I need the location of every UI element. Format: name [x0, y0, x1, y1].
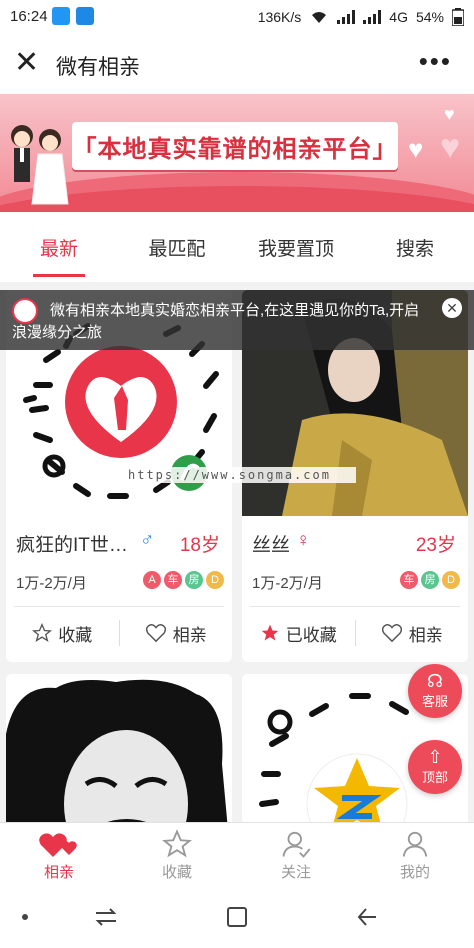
notice-text: 微有相亲本地真实婚恋相亲平台,在这里遇见你的Ta,开启浪漫缘分之旅 — [12, 302, 420, 341]
blind-date-label: 相亲 — [172, 625, 207, 645]
star-outline-icon — [32, 623, 53, 642]
banner-slogan: 「本地真实靠谱的相亲平台」 — [72, 135, 398, 163]
favorite-label: 收藏 — [58, 625, 93, 645]
notice-banner[interactable]: 微有相亲本地真实婚恋相亲平台,在这里遇见你的Ta,开启浪漫缘分之旅 ✕ — [0, 290, 474, 350]
customer-service-button[interactable]: ☊ 客服 — [408, 664, 462, 718]
education-tag-icon: A — [143, 571, 161, 589]
wifi-icon — [312, 12, 327, 23]
heart-icon: ♥ — [408, 134, 424, 164]
couple-illustration — [11, 125, 69, 205]
favorite-label: 已收藏 — [285, 625, 337, 645]
close-icon[interactable]: ✕ — [14, 48, 39, 78]
profile-tags: 车 房 D — [400, 571, 460, 589]
nav-label: 收藏 — [161, 864, 192, 881]
bottom-nav: 相亲 收藏 关注 我的 — [0, 822, 474, 888]
back-icon[interactable] — [356, 906, 380, 928]
id-tag-icon: D — [442, 571, 460, 589]
profile-tags: A 车 房 D — [143, 571, 224, 589]
tab-pin-top[interactable]: 我要置顶 — [237, 234, 355, 261]
banner-slogan-plaque: 「本地真实靠谱的相亲平台」 — [72, 122, 398, 170]
nav-label: 关注 — [280, 864, 311, 881]
favorited-button[interactable]: 已收藏 — [242, 621, 355, 646]
switch-apps-icon[interactable] — [94, 908, 118, 926]
tab-best-match[interactable]: 最匹配 — [118, 234, 236, 261]
heart-icon-large: ♥ — [440, 128, 461, 166]
tab-search[interactable]: 搜索 — [356, 234, 474, 261]
star-icon — [162, 829, 192, 858]
nav-label: 我的 — [399, 864, 430, 881]
id-tag-icon: D — [206, 571, 224, 589]
rocket-icon: ⇧ — [427, 747, 443, 767]
user-icon — [402, 831, 428, 857]
blind-date-button[interactable]: 相亲 — [356, 621, 469, 646]
card-actions: 已收藏 相亲 — [242, 608, 468, 658]
network-speed: 136K/s — [257, 9, 302, 25]
notice-close-icon[interactable]: ✕ — [442, 298, 462, 318]
hearts-icon — [39, 833, 77, 857]
house-tag-icon: 房 — [185, 571, 203, 589]
nav-item-favorites[interactable]: 收藏 — [118, 829, 236, 882]
back-to-top-label: 顶部 — [421, 770, 448, 785]
headset-icon: ☊ — [427, 671, 443, 691]
male-gender-icon: ♂ — [140, 530, 155, 551]
car-tag-icon: 车 — [164, 571, 182, 589]
profile-name: 丝丝 — [252, 535, 291, 556]
promo-banner[interactable]: 「本地真实靠谱的相亲平台」 ♥ ♥ ♥ — [0, 94, 474, 212]
tab-active-indicator — [33, 274, 85, 277]
status-time: 16:24 — [10, 8, 48, 25]
profile-income: 1万-2万/月 — [16, 575, 87, 592]
scan-notification-icon — [76, 7, 94, 25]
heart-icon-small: ♥ — [444, 104, 455, 124]
nav-item-follow[interactable]: 关注 — [237, 829, 355, 882]
battery-icon — [452, 8, 464, 26]
network-type: 4G — [389, 9, 408, 25]
profile-age: 18岁 — [179, 535, 220, 556]
female-gender-icon: ♀ — [296, 530, 311, 551]
profile-name: 疯狂的IT世… — [16, 535, 128, 556]
message-notification-icon — [52, 7, 70, 25]
user-check-icon — [282, 831, 311, 858]
system-nav-bar — [0, 888, 474, 948]
blind-date-label: 相亲 — [408, 625, 443, 645]
blind-date-button[interactable]: 相亲 — [120, 621, 233, 646]
card-actions: 收藏 相亲 — [6, 608, 232, 658]
status-bar: 16:24 136K/s 4G 54% — [0, 0, 474, 34]
heart-outline-icon — [381, 623, 402, 643]
favorite-button[interactable]: 收藏 — [6, 621, 119, 646]
watermark: https://www.songma.com — [128, 467, 356, 483]
assist-dot-icon[interactable] — [22, 914, 28, 920]
star-filled-icon — [261, 624, 279, 641]
tab-bar: 最新 最匹配 我要置顶 搜索 — [0, 212, 474, 282]
profile-age: 23岁 — [415, 535, 456, 556]
house-tag-icon: 房 — [421, 571, 439, 589]
heart-outline-icon — [145, 623, 166, 643]
customer-service-label: 客服 — [421, 694, 448, 709]
home-icon[interactable] — [226, 906, 248, 928]
tab-latest[interactable]: 最新 — [0, 234, 118, 261]
profile-income: 1万-2万/月 — [252, 575, 323, 592]
car-tag-icon: 车 — [400, 571, 418, 589]
signal-icon-2 — [363, 10, 382, 24]
nav-item-blind-date[interactable]: 相亲 — [0, 829, 118, 882]
title-bar: ✕ 微有相亲 ••• — [0, 34, 474, 94]
signal-icon — [337, 10, 356, 24]
nav-label: 相亲 — [43, 864, 74, 881]
page-title: 微有相亲 — [56, 56, 140, 79]
status-right: 136K/s 4G 54% — [258, 8, 464, 26]
card-divider — [14, 606, 224, 607]
more-menu-icon[interactable]: ••• — [419, 46, 452, 77]
card-divider — [250, 606, 460, 607]
back-to-top-button[interactable]: ⇧ 顶部 — [408, 740, 462, 794]
nav-item-mine[interactable]: 我的 — [356, 829, 474, 882]
battery-level: 54% — [415, 9, 444, 25]
